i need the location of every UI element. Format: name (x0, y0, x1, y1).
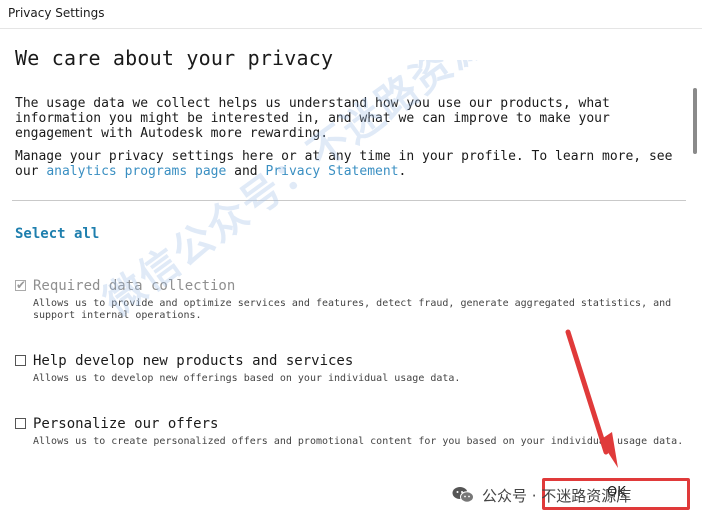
footer-brand: 公众号 · 不迷路资源库 (452, 482, 631, 508)
window-title: Privacy Settings (8, 6, 105, 20)
manage-and-text: and (226, 164, 266, 178)
scrollbar-thumb[interactable] (693, 88, 697, 154)
intro-scroll-area[interactable]: The usage data we collect helps us under… (15, 96, 680, 178)
analytics-programs-link[interactable]: analytics programs page (46, 164, 226, 178)
personalize-offers-checkbox[interactable] (15, 418, 26, 429)
select-all-link[interactable]: Select all (15, 226, 99, 242)
intro-paragraph: The usage data we collect helps us under… (15, 96, 618, 141)
title-bar: Privacy Settings (0, 0, 702, 29)
required-data-label: Required data collection (33, 278, 236, 294)
wechat-icon (452, 487, 474, 503)
required-data-checkbox: ✔ (15, 278, 27, 292)
personalize-offers-description: Allows us to create personalized offers … (33, 436, 684, 447)
required-data-description: Allows us to provide and optimize servic… (33, 298, 672, 321)
manage-suffix-text: . (398, 164, 407, 178)
manage-paragraph: Manage your privacy settings here or at … (15, 149, 680, 178)
develop-products-label[interactable]: Help develop new products and services (33, 353, 353, 369)
footer-brand-text: 公众号 · 不迷路资源库 (482, 486, 632, 505)
personalize-offers-label[interactable]: Personalize our offers (33, 416, 218, 432)
develop-products-description: Allows us to develop new offerings based… (33, 373, 461, 384)
divider (12, 200, 686, 201)
page-title: We care about your privacy (15, 46, 334, 70)
checkmark-icon: ✔ (16, 278, 27, 292)
develop-products-checkbox[interactable] (15, 355, 26, 366)
privacy-statement-link[interactable]: Privacy Statement (265, 164, 398, 178)
